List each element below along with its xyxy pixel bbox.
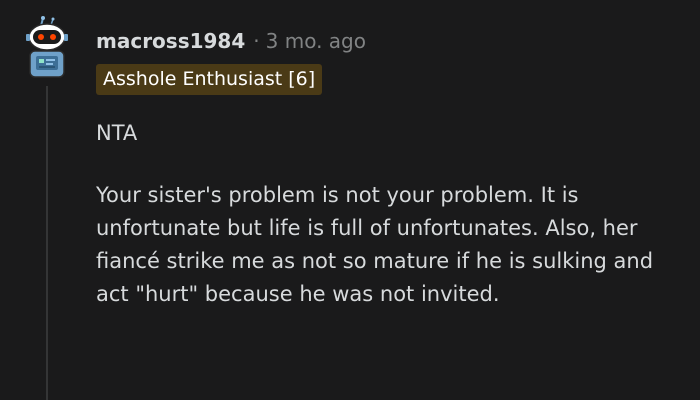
comment-header: macross1984 · 3 mo. ago [96, 27, 366, 55]
author-username[interactable]: macross1984 [96, 29, 245, 53]
meta-separator: · [253, 29, 260, 53]
comment-paragraph: Your sister's problem is not your proble… [96, 183, 654, 306]
thread-collapse-line[interactable] [46, 86, 48, 400]
comment: macross1984 · 3 mo. ago Asshole Enthusia… [0, 0, 700, 400]
comment-timestamp[interactable]: 3 mo. ago [266, 29, 366, 53]
snoo-robot-avatar-icon [26, 16, 68, 78]
comment-paragraph: NTA [96, 121, 138, 145]
user-avatar-icon[interactable] [22, 16, 72, 78]
comment-body: NTA Your sister's problem is not your pr… [96, 117, 676, 340]
user-flair-badge[interactable]: Asshole Enthusiast [6] [96, 64, 323, 95]
